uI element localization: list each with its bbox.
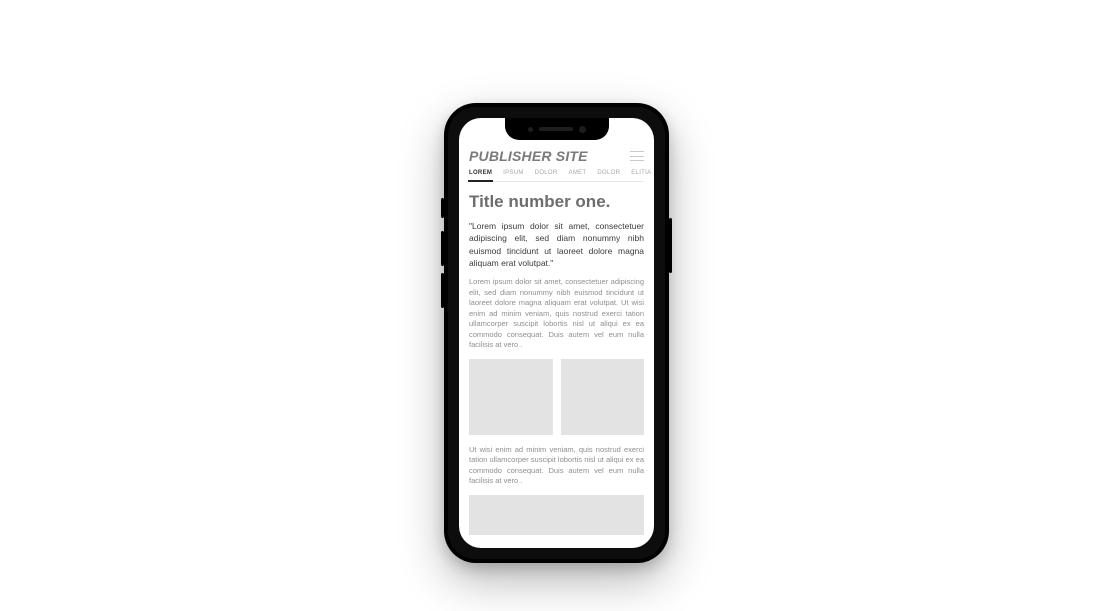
volume-up-button xyxy=(441,231,444,266)
menu-button[interactable] xyxy=(630,151,644,161)
site-header: PUBLISHER SITE xyxy=(469,146,644,170)
tab-dolor-4[interactable]: DOLOR xyxy=(597,170,620,179)
phone-screen: PUBLISHER SITE LOREM IPSUM DOLOR AMET DOLOR E… xyxy=(459,118,654,548)
image-placeholder xyxy=(561,359,645,435)
power-button xyxy=(669,218,672,273)
tab-lorem-0[interactable]: LOREM xyxy=(469,170,492,179)
stage: PUBLISHER SITE LOREM IPSUM DOLOR AMET DOLOR E… xyxy=(0,0,1113,611)
article-body-1: Lorem ipsum dolor sit amet, consectetuer… xyxy=(469,277,644,351)
mute-switch xyxy=(441,198,444,218)
notch xyxy=(505,118,609,140)
phone-frame: PUBLISHER SITE LOREM IPSUM DOLOR AMET DOLOR E… xyxy=(444,103,669,563)
article-lead: "Lorem ipsum dolor sit amet, consectetue… xyxy=(469,220,644,269)
speaker-icon xyxy=(539,127,573,131)
site-title: PUBLISHER SITE xyxy=(469,148,588,164)
sensor-dot-icon xyxy=(528,127,533,132)
image-row xyxy=(469,359,644,435)
camera-icon xyxy=(579,126,586,133)
article-title: Title number one. xyxy=(469,192,644,212)
volume-down-button xyxy=(441,273,444,308)
page-content: PUBLISHER SITE LOREM IPSUM DOLOR AMET DOLOR E… xyxy=(459,146,654,548)
tab-ipsum-1[interactable]: IPSUM xyxy=(503,170,524,179)
image-placeholder-wide xyxy=(469,495,644,535)
hamburger-line-icon xyxy=(630,156,644,157)
article-body-2: Ut wisi enim ad minim veniam, quis nostr… xyxy=(469,445,644,487)
tab-elitia-5[interactable]: ELITIA xyxy=(631,170,651,179)
tab-amet-3[interactable]: AMET xyxy=(569,170,587,179)
hamburger-line-icon xyxy=(630,160,644,161)
category-tabs: LOREMIPSUMDOLORAMETDOLORELITIAIPSUM xyxy=(469,170,644,182)
phone-bezel: PUBLISHER SITE LOREM IPSUM DOLOR AMET DOLOR E… xyxy=(448,107,665,559)
tab-dolor-2[interactable]: DOLOR xyxy=(535,170,558,179)
image-placeholder xyxy=(469,359,553,435)
hamburger-line-icon xyxy=(630,151,644,152)
